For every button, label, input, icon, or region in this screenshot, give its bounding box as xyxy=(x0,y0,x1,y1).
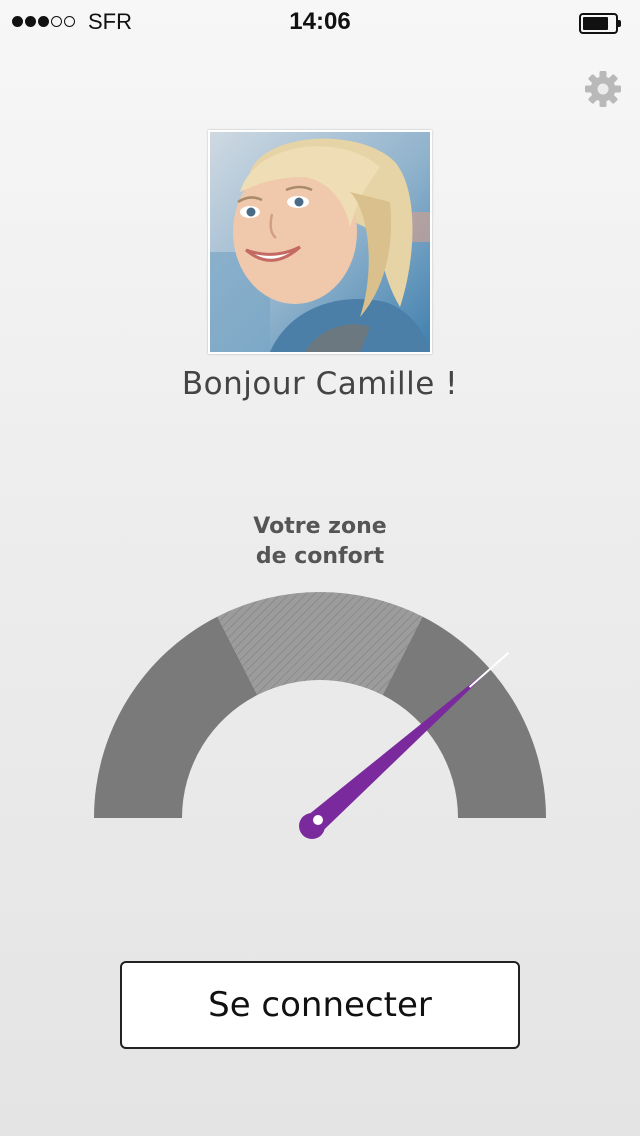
caption-line-1: Votre zone xyxy=(253,514,387,539)
greeting-text: Bonjour Camille ! xyxy=(181,366,459,402)
profile-photo xyxy=(208,130,432,354)
comfort-gauge xyxy=(94,592,546,839)
settings-button[interactable] xyxy=(584,70,622,108)
status-time: 14:06 xyxy=(289,8,351,35)
battery-icon xyxy=(579,13,623,34)
gear-icon xyxy=(585,71,621,107)
connect-button[interactable]: Se connecter xyxy=(120,961,520,1049)
status-bar: SFR 14:06 xyxy=(0,0,640,44)
gauge-needle-hub-dot xyxy=(313,815,323,825)
